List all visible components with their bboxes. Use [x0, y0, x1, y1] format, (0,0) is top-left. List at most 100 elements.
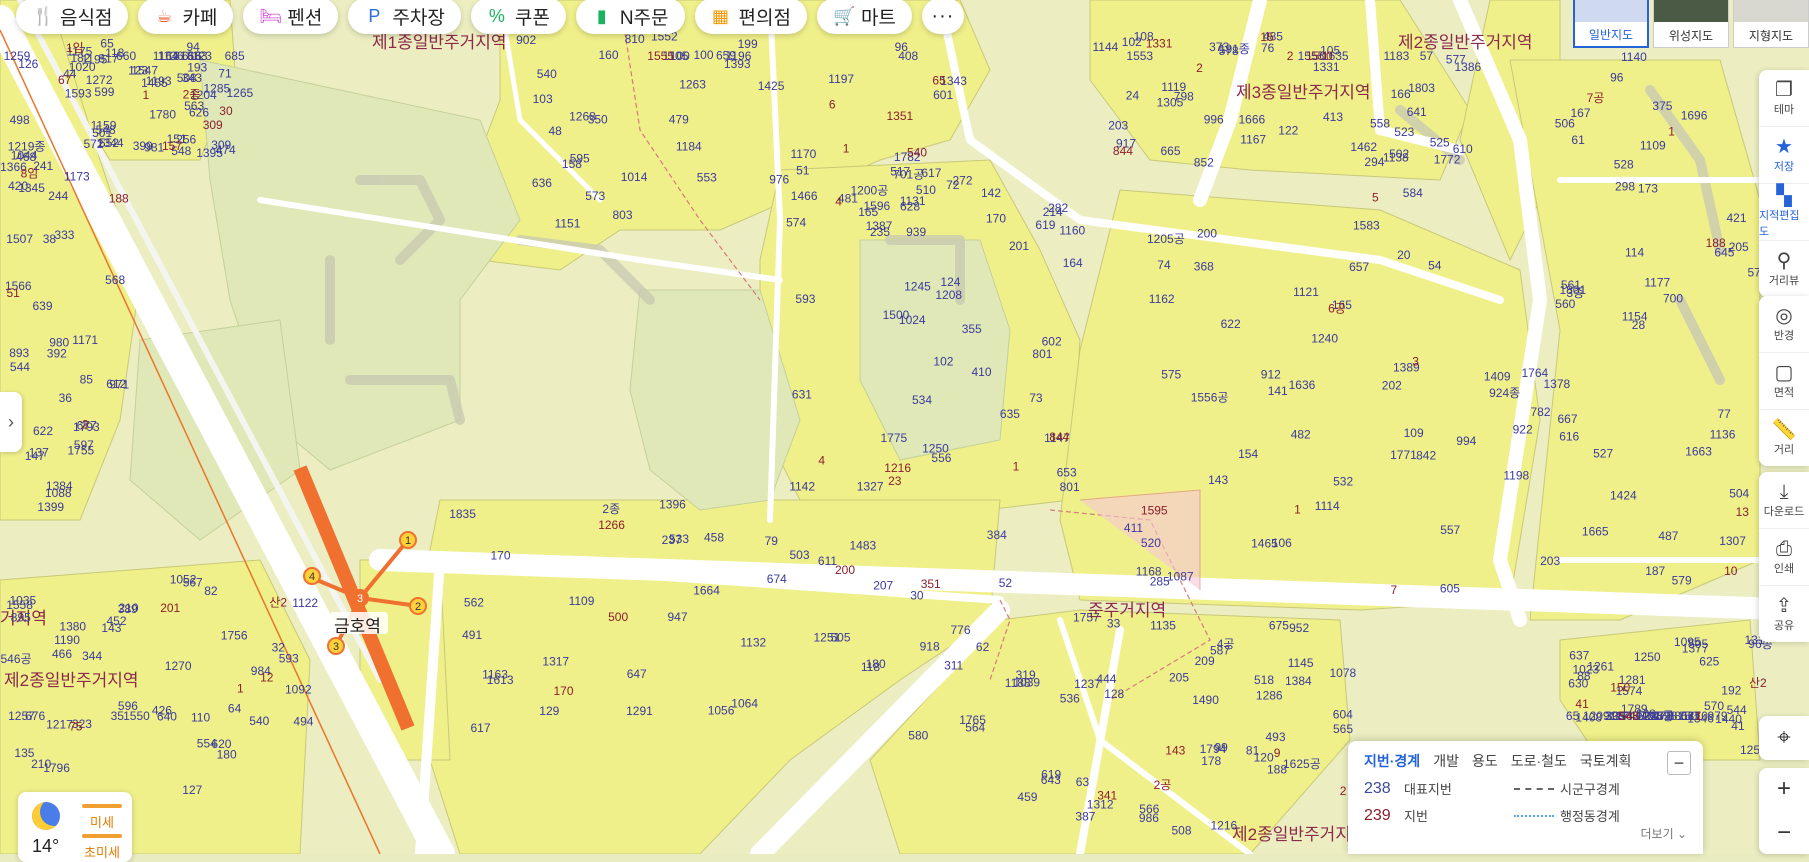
parcel-number[interactable]: 170	[491, 548, 511, 562]
parcel-number[interactable]: 203	[1540, 554, 1560, 568]
parcel-number[interactable]: 902	[516, 33, 536, 47]
toolbar-button-ruler[interactable]: 📏 거리	[1759, 410, 1809, 466]
parcel-number[interactable]: 1636	[1289, 378, 1316, 392]
parcel-number[interactable]: 1408	[1575, 710, 1602, 724]
parcel-number[interactable]: 572	[84, 137, 104, 151]
parcel-number[interactable]: 532	[1333, 475, 1353, 489]
parcel-number[interactable]: 57	[1420, 49, 1434, 63]
parcel-number[interactable]: 544	[10, 360, 30, 374]
category-chip-store[interactable]: ▦ 편의점	[694, 0, 807, 34]
parcel-number[interactable]: 842	[1416, 449, 1436, 463]
parcel-number[interactable]: 565	[1333, 722, 1353, 736]
parcel-number[interactable]: 1625공	[1283, 757, 1321, 771]
parcel-number[interactable]: 1553	[1126, 49, 1153, 63]
parcel-number-representative[interactable]: 1266	[598, 518, 625, 532]
parcel-number[interactable]: 235	[870, 225, 890, 239]
parcel-number[interactable]: 1140	[1621, 50, 1647, 64]
category-chip-parking[interactable]: P 주차장	[348, 0, 461, 34]
more-categories-button[interactable]: ···	[921, 0, 964, 34]
parcel-number[interactable]: 143	[1208, 473, 1228, 487]
parcel-number[interactable]: 64	[228, 702, 242, 716]
parcel-number[interactable]: 487	[1658, 529, 1678, 543]
parcel-number[interactable]: 54	[1428, 258, 1442, 272]
parcel-number[interactable]: 1190	[54, 633, 80, 647]
cadastral-map[interactable]: 12343 금호역 제1종일반주거지역 제2종일반주거지역 제3종일반주거지역 준주거…	[0, 0, 1809, 854]
legend-tab[interactable]: 용도	[1472, 751, 1498, 771]
parcel-number[interactable]: 167	[1571, 106, 1591, 120]
parcel-number[interactable]: 1173	[64, 169, 90, 183]
parcel-number[interactable]: 1500	[883, 308, 910, 322]
parcel-number[interactable]: 599	[94, 85, 114, 99]
parcel-number-representative[interactable]: 1351	[887, 109, 914, 123]
parcel-number[interactable]: 142	[981, 186, 1001, 200]
parcel-number[interactable]: 96	[895, 40, 909, 54]
parcel-number[interactable]: 1384	[1285, 674, 1312, 688]
toolbar-button-printer[interactable]: ⎙ 인쇄	[1759, 529, 1809, 586]
parcel-number[interactable]: 1775	[881, 431, 908, 445]
toolbar-button-layers[interactable]: ❐ 테마	[1759, 70, 1809, 127]
parcel-number-representative[interactable]: 844	[1113, 144, 1133, 158]
parcel-number[interactable]: 1087	[1167, 570, 1194, 584]
parcel-number[interactable]: 1291	[626, 704, 653, 718]
parcel-number-representative[interactable]: 5	[1372, 191, 1379, 205]
parcel-number[interactable]: 160	[599, 48, 619, 62]
parcel-number[interactable]: 1696	[1681, 109, 1708, 123]
parcel-number[interactable]: 205	[1729, 240, 1749, 254]
parcel-number[interactable]: 602	[1042, 334, 1062, 348]
parcel-number-representative[interactable]: 9	[1274, 746, 1281, 760]
parcel-number[interactable]: 33	[1107, 617, 1121, 631]
parcel-number[interactable]: 1409	[1484, 369, 1511, 383]
legend-minimize-button[interactable]: −	[1667, 751, 1691, 775]
parcel-number-representative[interactable]: 548	[1619, 709, 1639, 723]
parcel-number-representative[interactable]: 351	[921, 577, 941, 591]
parcel-number[interactable]: 1265	[227, 86, 254, 100]
parcel-number[interactable]: 619	[1041, 767, 1061, 781]
parcel-number[interactable]: 28	[1632, 318, 1646, 332]
parcel-number[interactable]: 564	[965, 721, 985, 735]
parcel-number[interactable]: 102	[933, 354, 953, 368]
legend-tab[interactable]: 개발	[1433, 751, 1459, 771]
map-type-option[interactable]: 일반지도	[1573, 0, 1649, 48]
parcel-number[interactable]: 1556공	[1191, 390, 1229, 404]
parcel-number[interactable]: 1490	[1192, 693, 1219, 707]
parcel-number[interactable]: 1665	[1582, 524, 1609, 538]
parcel-number[interactable]: 1193	[146, 74, 172, 88]
parcel-number[interactable]: 126	[18, 57, 38, 71]
parcel-number-representative[interactable]: 500	[608, 610, 628, 624]
parcel-number[interactable]: 1757	[1073, 611, 1100, 625]
parcel-number[interactable]: 527	[1593, 447, 1613, 461]
parcel-number[interactable]: 244	[48, 189, 68, 203]
parcel-number[interactable]: 593	[279, 652, 299, 666]
parcel-number[interactable]: 598	[1657, 709, 1677, 723]
parcel-number[interactable]: 135	[14, 746, 34, 760]
parcel-number-representative[interactable]: 188	[109, 191, 129, 205]
parcel-number[interactable]: 1208	[935, 288, 962, 302]
parcel-number[interactable]: 852	[1194, 156, 1214, 170]
toolbar-button-radius[interactable]: ◎ 반경	[1759, 296, 1809, 353]
parcel-number[interactable]: 1197	[828, 72, 854, 86]
parcel-number[interactable]: 548	[96, 123, 116, 137]
parcel-number[interactable]: 518	[1254, 673, 1274, 687]
category-chip-coupon[interactable]: % 쿠폰	[470, 0, 566, 34]
map-type-option[interactable]: 위성지도	[1653, 0, 1729, 48]
parcel-number[interactable]: 1135	[1150, 619, 1176, 633]
parcel-number[interactable]: 1424	[1610, 489, 1637, 503]
parcel-number-representative[interactable]: 143	[1165, 743, 1185, 757]
parcel-number[interactable]: 205	[1169, 671, 1189, 685]
parcel-number[interactable]: 641	[1407, 105, 1427, 119]
parcel-number[interactable]: 616	[1559, 429, 1579, 443]
parcel-number[interactable]: 574	[786, 216, 806, 230]
parcel-number[interactable]: 510	[916, 183, 936, 197]
parcel-number[interactable]: 103	[533, 92, 553, 106]
parcel-number[interactable]: 74	[1157, 258, 1171, 272]
toolbar-button-star[interactable]: ★ 저장	[1759, 127, 1809, 184]
parcel-number-representative[interactable]: 1595	[1141, 504, 1168, 518]
parcel-number[interactable]: 534	[912, 393, 932, 407]
parcel-number[interactable]: 540	[249, 714, 269, 728]
parcel-number[interactable]: 129	[539, 704, 559, 718]
parcel-number[interactable]: 1240	[1311, 331, 1338, 345]
parcel-number[interactable]: 546공	[1, 652, 32, 666]
parcel-number[interactable]: 482	[1291, 428, 1311, 442]
parcel-number[interactable]: 622	[1221, 317, 1241, 331]
parcel-number[interactable]: 82	[204, 584, 218, 598]
